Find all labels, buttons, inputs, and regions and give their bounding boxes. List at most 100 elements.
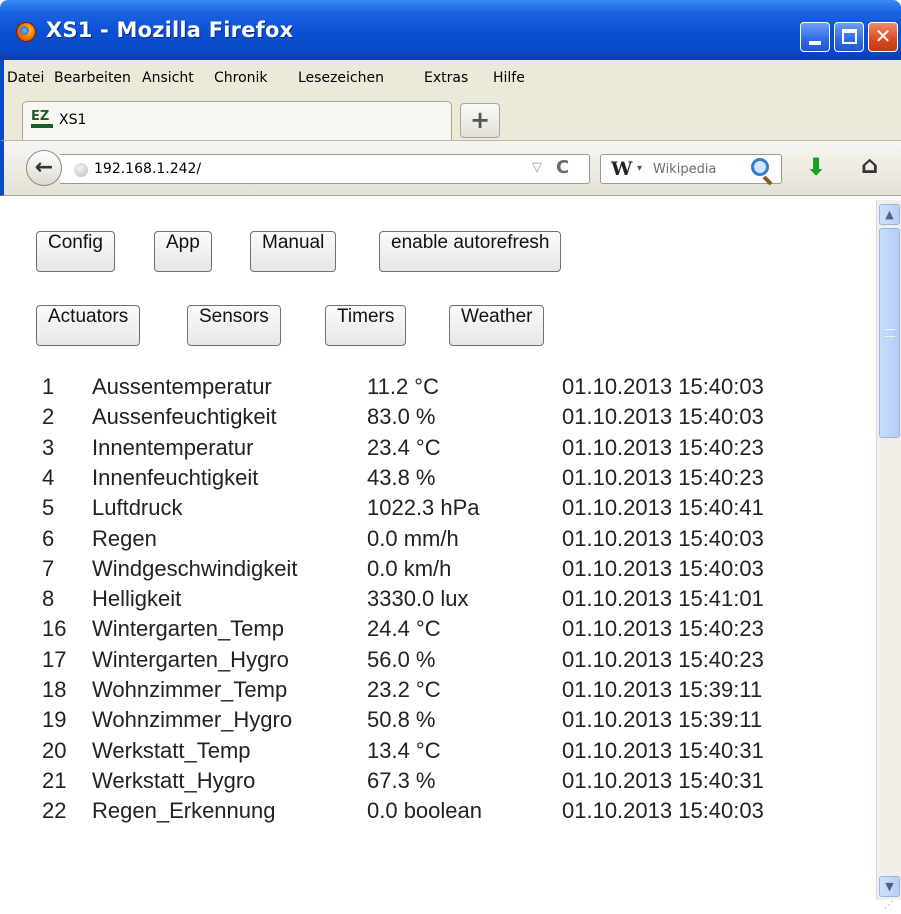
back-button[interactable]: ←	[26, 150, 62, 186]
tab-strip: EZ XS1 +	[0, 95, 901, 140]
sensor-id: 2	[42, 404, 55, 430]
weather-button[interactable]: Weather	[449, 305, 545, 346]
sensor-timestamp: 01.10.2013 15:39:11	[562, 677, 763, 702]
sensors-button[interactable]: Sensors	[187, 305, 281, 346]
page-content: Config App Manual enable autorefresh Act…	[4, 196, 876, 914]
wikipedia-icon[interactable]: W	[611, 158, 632, 180]
menu-datei[interactable]: Datei	[7, 70, 44, 86]
sensor-name: Helligkeit	[92, 586, 182, 612]
scroll-thumb[interactable]	[879, 228, 900, 438]
sensor-value: 0.0 km/h	[367, 555, 452, 581]
sensor-timestamp: 01.10.2013 15:40:23	[562, 646, 764, 672]
download-icon[interactable]: ⬇	[806, 153, 826, 181]
sensor-id: 22	[42, 798, 67, 824]
enable-autorefresh-button[interactable]: enable autorefresh	[379, 231, 562, 272]
sensor-id: 5	[42, 495, 55, 521]
manual-button[interactable]: Manual	[250, 231, 337, 272]
resize-grip-icon[interactable]: ⋰	[884, 900, 898, 914]
actuators-button[interactable]: Actuators	[36, 305, 141, 346]
menu-extras[interactable]: Extras	[424, 70, 468, 86]
sensor-timestamp: 01.10.2013 15:40:03	[562, 525, 764, 551]
tab-title: XS1	[59, 112, 87, 128]
sensor-timestamp: 01.10.2013 15:40:31	[562, 737, 764, 763]
sensor-timestamp: 01.10.2013 15:40:23	[562, 464, 764, 490]
config-button[interactable]: Config	[36, 231, 115, 272]
sensor-row: 17 Wintergarten_Hygro 56.0 % 01.10.2013 15:…	[4, 647, 876, 677]
sensor-id: 3	[42, 434, 55, 460]
navigation-toolbar: 192.168.1.242/ ▽ C ← W ▾ Wikipedia ⬇ ⌂	[0, 140, 901, 196]
sensor-name: Werkstatt_Hygro	[92, 767, 256, 793]
sensor-name: Luftdruck	[92, 495, 183, 521]
sensor-value: 50.8 %	[367, 707, 436, 733]
tab-logo-text: EZ	[31, 109, 50, 124]
sensor-name: Werkstatt_Temp	[92, 737, 251, 763]
maximize-button[interactable]	[834, 22, 864, 52]
sensor-timestamp: 01.10.2013 15:40:03	[562, 404, 764, 430]
sensor-value: 3330.0 lux	[367, 586, 469, 612]
sensor-name: Regen_Erkennung	[92, 798, 276, 824]
window-title: XS1 - Mozilla Firefox	[46, 18, 294, 42]
sensor-value: 23.2 °C	[367, 677, 441, 702]
home-icon[interactable]: ⌂	[861, 151, 878, 179]
new-tab-button[interactable]: +	[460, 103, 500, 138]
sensor-row: 18 Wohnzimmer_Temp 23.2 °C 01.10.2013 15:39…	[4, 677, 876, 707]
app-button[interactable]: App	[154, 231, 212, 272]
search-engine-dropdown-icon[interactable]: ▾	[637, 163, 642, 174]
timers-button[interactable]: Timers	[325, 305, 407, 346]
menu-bearbeiten[interactable]: Bearbeiten	[54, 70, 131, 86]
sensor-row: 7 Windgeschwindigkeit 0.0 km/h 01.10.2013 1…	[4, 556, 876, 586]
sensor-timestamp: 01.10.2013 15:41:01	[562, 586, 764, 612]
maximize-icon	[842, 29, 857, 44]
sensor-row: 3 Innentemperatur 23.4 °C 01.10.2013 15:40:…	[4, 435, 876, 465]
sensor-row: 4 Innenfeuchtigkeit 43.8 % 01.10.2013 15:40…	[4, 465, 876, 495]
sensor-value: 13.4 °C	[367, 737, 441, 763]
sensor-id: 8	[42, 586, 55, 612]
sensor-row: 2 Aussenfeuchtigkeit 83.0 % 01.10.2013 15:4…	[4, 404, 876, 434]
menu-ansicht[interactable]: Ansicht	[142, 70, 194, 86]
title-bar[interactable]: XS1 - Mozilla Firefox ✕	[0, 0, 901, 60]
sensor-row: 22 Regen_Erkennung 0.0 boolean 01.10.2013 1…	[4, 798, 876, 828]
url-bar[interactable]: 192.168.1.242/ ▽ C	[60, 154, 590, 184]
history-dropdown-icon[interactable]: ▽	[532, 160, 542, 175]
scroll-up-icon[interactable]: ▲	[879, 204, 900, 225]
reload-icon[interactable]: C	[556, 157, 569, 178]
vertical-scrollbar[interactable]: ▲ ▼	[876, 200, 901, 900]
sensor-value: 1022.3 hPa	[367, 495, 480, 521]
sensor-id: 16	[42, 616, 67, 642]
menu-hilfe[interactable]: Hilfe	[493, 70, 525, 86]
sensor-name: Innentemperatur	[92, 434, 254, 460]
sensor-id: 7	[42, 555, 55, 581]
back-arrow-icon: ←	[34, 155, 54, 180]
sensor-id: 1	[42, 374, 55, 399]
sensor-value: 23.4 °C	[367, 434, 441, 460]
sensor-timestamp: 01.10.2013 15:39:11	[562, 707, 763, 733]
minimize-button[interactable]	[800, 22, 830, 52]
search-icon[interactable]	[751, 158, 769, 176]
menu-lesezeichen[interactable]: Lesezeichen	[298, 70, 384, 86]
sensor-id: 18	[42, 677, 67, 702]
minimize-icon	[809, 41, 821, 45]
sensor-timestamp: 01.10.2013 15:40:23	[562, 616, 764, 642]
sensor-value: 0.0 boolean	[367, 798, 482, 824]
close-button[interactable]: ✕	[868, 22, 898, 52]
url-text[interactable]: 192.168.1.242/	[94, 161, 201, 177]
sensor-timestamp: 01.10.2013 15:40:03	[562, 555, 764, 581]
sensor-row: 19 Wohnzimmer_Hygro 50.8 % 01.10.2013 15:39…	[4, 707, 876, 737]
tab-xs1[interactable]: EZ XS1	[22, 101, 452, 140]
sensor-row: 5 Luftdruck 1022.3 hPa 01.10.2013 15:40:41	[4, 495, 876, 525]
sensor-id: 17	[42, 646, 67, 672]
sensor-id: 19	[42, 707, 67, 733]
search-input[interactable]: Wikipedia	[653, 162, 716, 177]
search-bar[interactable]: W ▾ Wikipedia	[600, 154, 782, 184]
sensor-id: 6	[42, 525, 55, 551]
site-identity-icon[interactable]	[74, 163, 88, 177]
sensor-row: 20 Werkstatt_Temp 13.4 °C 01.10.2013 15:40:…	[4, 738, 876, 768]
sensor-value: 56.0 %	[367, 646, 436, 672]
sensor-value: 0.0 mm/h	[367, 525, 459, 551]
firefox-icon	[16, 22, 36, 42]
sensor-value: 67.3 %	[367, 767, 436, 793]
scroll-down-icon[interactable]: ▼	[879, 876, 900, 897]
sensor-row: 21 Werkstatt_Hygro 67.3 % 01.10.2013 15:40:…	[4, 768, 876, 798]
sensor-id: 21	[42, 767, 67, 793]
menu-chronik[interactable]: Chronik	[214, 70, 268, 86]
